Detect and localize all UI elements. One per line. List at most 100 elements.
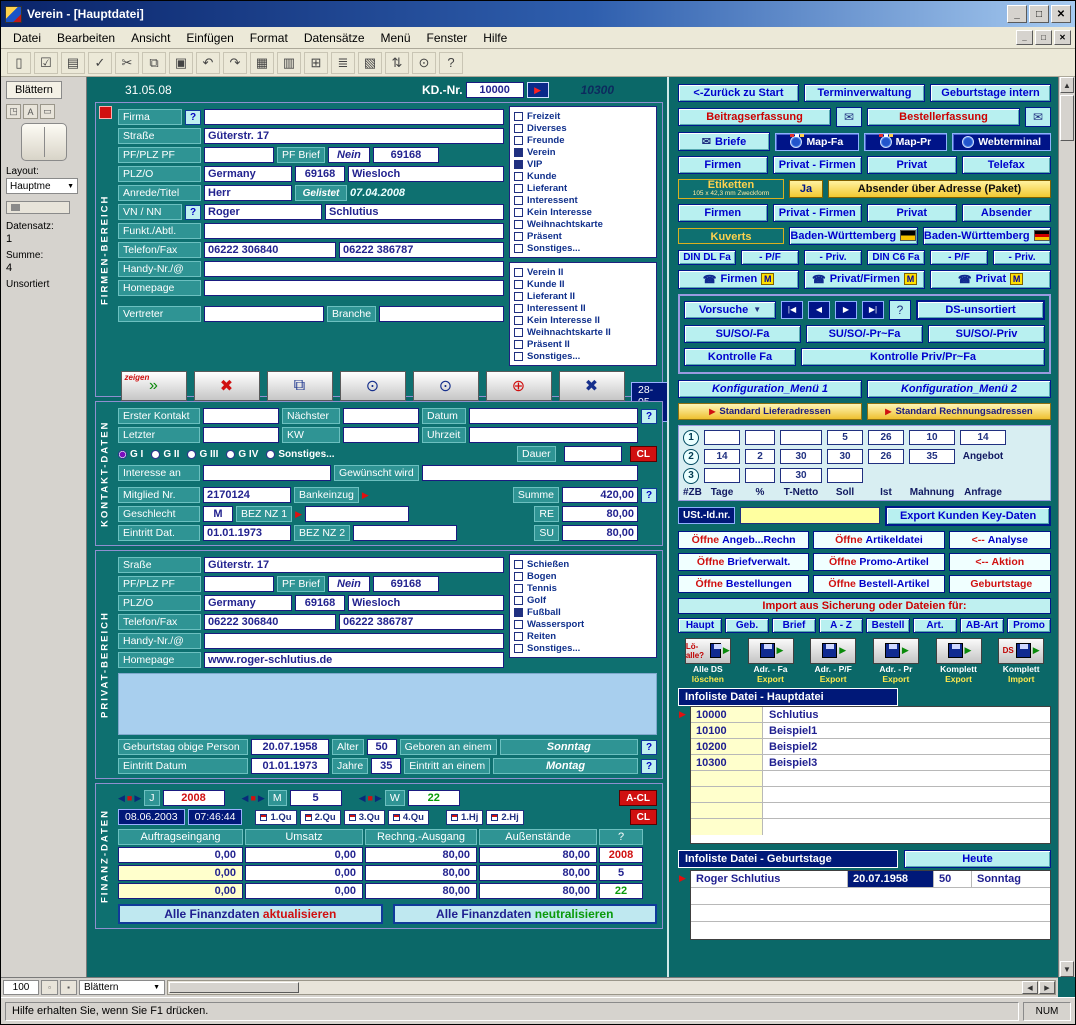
copy-icon[interactable]: ⧉ — [142, 51, 166, 74]
checkbox-item[interactable]: Reiten — [514, 630, 652, 642]
zb-cell[interactable] — [745, 468, 775, 483]
checkbox-item[interactable]: Bogen — [514, 570, 652, 582]
m-badge[interactable]: M — [1010, 273, 1024, 285]
beitrag-mail-button[interactable]: ✉ — [836, 107, 862, 127]
quarter-button[interactable]: 3.Qu — [343, 809, 385, 825]
open-file-button[interactable]: Geburtstage — [948, 574, 1051, 593]
next-record-button[interactable]: ▶ — [835, 300, 857, 319]
checkbox-item[interactable]: Kein Interesse II — [514, 314, 652, 326]
io-action-button[interactable]: ▶ Komplett Export — [929, 637, 989, 685]
col-header-help[interactable]: ? — [599, 829, 643, 845]
checkbox-item[interactable]: Kunde — [514, 170, 652, 182]
checkbox-item[interactable]: Weihnachtskarte II — [514, 326, 652, 338]
zb-cell[interactable]: 2 — [745, 449, 775, 464]
zb-cell[interactable]: 14 — [960, 430, 1006, 445]
p-telefon-field[interactable]: 06222 306840 — [204, 614, 336, 630]
checkbox-item[interactable]: Lieferant — [514, 182, 652, 194]
standard-adressen-bar[interactable]: ▶ Standard Lieferadressen — [678, 402, 862, 420]
year-nav[interactable]: ◀ ■ ▶ — [118, 793, 141, 804]
zb-cell[interactable]: 30 — [780, 449, 822, 464]
map-fa-button[interactable]: Map-Fa — [775, 132, 859, 151]
zb-cell[interactable] — [827, 468, 863, 483]
checkbox-item[interactable]: Kein Interesse — [514, 206, 652, 218]
anrede-field[interactable]: Herr — [204, 185, 292, 201]
contact-group-radio[interactable]: G I — [118, 449, 143, 460]
record-slider[interactable] — [6, 201, 70, 214]
last-record-button[interactable]: ▶| — [862, 300, 884, 319]
infoliste-row[interactable]: 10300 Beispiel3 — [691, 755, 1050, 772]
zb-cell[interactable] — [780, 430, 822, 445]
open-file-button[interactable]: Öffne Bestellungen — [678, 574, 810, 593]
checkbox-item[interactable]: Präsent — [514, 230, 652, 242]
paste-icon[interactable]: ▣ — [169, 51, 193, 74]
infoliste-row-empty[interactable] — [691, 771, 1050, 788]
layout-selector[interactable]: Hauptme ▼ — [6, 178, 78, 194]
bestellerfassung-button[interactable]: Bestellerfassung — [867, 108, 1020, 126]
p-handy-field[interactable] — [204, 633, 504, 649]
half-year-button[interactable]: 2.Hj — [486, 809, 524, 825]
kuvert-region-button[interactable]: Baden-Württemberg — [922, 226, 1051, 245]
brief-target-button[interactable]: Privat - Firmen — [772, 156, 862, 174]
scroll-down-icon[interactable]: ▼ — [1060, 961, 1074, 977]
menu-item[interactable]: Bearbeiten — [49, 29, 123, 47]
app-icon[interactable] — [5, 5, 22, 23]
menu-item[interactable]: Hilfe — [475, 29, 515, 47]
ust-id-field[interactable] — [740, 507, 881, 524]
vnnn-help-button[interactable]: ? — [185, 204, 201, 220]
konfiguration-button[interactable]: Konfiguration_Menü 1 — [678, 379, 862, 398]
checkbox-item[interactable]: Kunde II — [514, 278, 652, 290]
eintritt-help-button[interactable]: ? — [641, 758, 657, 774]
contact-group-radio[interactable]: G II — [151, 449, 179, 460]
next-record-button[interactable]: ▶ — [526, 82, 549, 98]
su-field[interactable]: 80,00 — [562, 525, 638, 541]
prev-record-button[interactable]: ◀ — [808, 300, 830, 319]
ja-toggle[interactable]: Ja — [789, 179, 823, 198]
portal-tool-icon[interactable]: ⊞ — [304, 51, 328, 74]
p-fax-field[interactable]: 06222 386787 — [339, 614, 504, 630]
p-pfbrief-field[interactable]: Nein — [327, 576, 370, 592]
mdi-restore-button[interactable]: □ — [1035, 30, 1052, 45]
din-format-button[interactable]: - P/F — [930, 249, 988, 265]
su-so-button[interactable]: SU/SO/-Pr~Fa — [806, 324, 923, 343]
letzter-field[interactable] — [203, 427, 279, 443]
phone-dial-button[interactable]: ☎ Privat M — [930, 269, 1051, 289]
scroll-up-icon[interactable]: ▲ — [1060, 77, 1074, 93]
cut-icon[interactable]: ✂ — [115, 51, 139, 74]
webterminal-button[interactable]: Webterminal — [952, 132, 1051, 151]
p-land-field[interactable]: Germany — [204, 595, 292, 611]
import-target-button[interactable]: Promo — [1007, 617, 1051, 633]
din-format-button[interactable]: - Priv. — [993, 249, 1051, 265]
kontakt-help-button[interactable]: ? — [641, 408, 657, 424]
bez2-field[interactable] — [353, 525, 458, 541]
checkbox-item[interactable]: Sonstiges... — [514, 242, 652, 254]
checkbox-item[interactable]: Wassersport — [514, 618, 652, 630]
horizontal-scrollbar[interactable]: ◀ ▶ — [167, 980, 1056, 995]
brief-target-button[interactable]: Privat — [867, 156, 957, 174]
re-field[interactable]: 80,00 — [562, 506, 638, 522]
io-action-button[interactable]: DS ▶ Komplett Import — [991, 637, 1051, 685]
eintritt-dat-field[interactable]: 01.01.1973 — [203, 525, 291, 541]
record-number[interactable]: 1 — [6, 233, 81, 245]
record-book[interactable] — [20, 123, 67, 161]
infoliste-row[interactable]: 10200 Beispiel2 — [691, 739, 1050, 756]
ds-unsortiert-button[interactable]: DS-unsortiert — [916, 299, 1045, 320]
open-file-button[interactable]: Öffne Artikeldatei — [813, 530, 945, 549]
import-target-button[interactable]: A - Z — [819, 617, 863, 633]
nachname-field[interactable]: Schlutius — [325, 204, 504, 220]
import-target-button[interactable]: Bestell — [866, 617, 910, 633]
mdi-close-button[interactable]: ✕ — [1054, 30, 1071, 45]
fax-field[interactable]: 06222 386787 — [339, 242, 504, 258]
brief-target-button[interactable]: Telefax — [961, 156, 1051, 174]
open-file-button[interactable]: Öffne Angeb...Rechn — [678, 530, 810, 549]
geschlecht-field[interactable]: M — [203, 506, 233, 522]
geburtstag-field[interactable]: 20.07.1958 — [251, 739, 329, 755]
io-action-button[interactable]: ▶ Adr. - Fa Export — [741, 637, 801, 685]
open-file-button[interactable]: Öffne Bestell-Artikel — [813, 574, 945, 593]
import-target-button[interactable]: AB-Art — [960, 617, 1004, 633]
bez1-field[interactable] — [305, 506, 410, 522]
open-file-button[interactable]: Öffne Briefverwalt. — [678, 552, 810, 571]
zb-cell[interactable]: 10 — [909, 430, 955, 445]
quarter-button[interactable]: 2.Qu — [299, 809, 341, 825]
kw-field[interactable] — [343, 427, 419, 443]
menu-item[interactable]: Fenster — [419, 29, 476, 47]
